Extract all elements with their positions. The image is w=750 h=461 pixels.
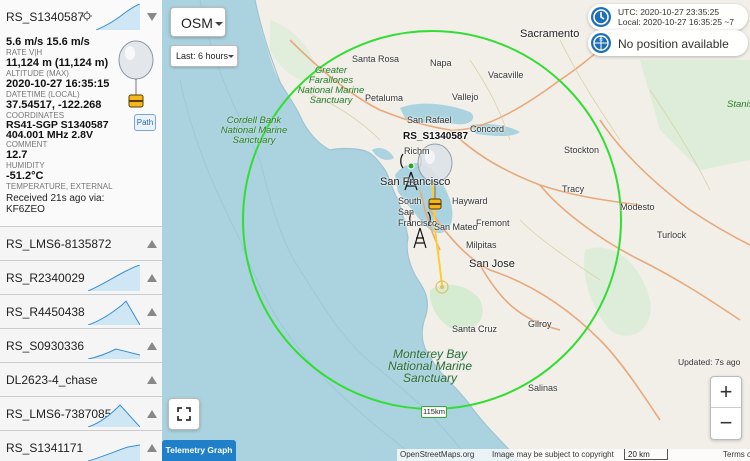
zoom-control: + − — [710, 376, 742, 440]
altitude-sparkline — [88, 300, 140, 325]
receiver-callsign[interactable]: KF6ZEO — [6, 204, 156, 215]
expand-arrow-icon[interactable] — [146, 340, 158, 352]
active-balloon-entry: RS_S1340587 5.6 m/s 15.6 m/s RATE V|H 11… — [0, 0, 162, 227]
path-button[interactable]: Path — [134, 114, 156, 131]
list-item[interactable]: DL2623-4_chase — [0, 363, 162, 397]
balloon-list: RS_LMS6-8135872 RS_R2340029 RS_R4450438 … — [0, 227, 162, 461]
zoom-in-button[interactable]: + — [711, 377, 741, 408]
expand-arrow-icon[interactable] — [146, 272, 158, 284]
list-item[interactable]: RS_R2340029 — [0, 261, 162, 295]
attribution-osm-link[interactable]: OpenStreetMaps.org — [400, 450, 474, 459]
position-panel[interactable]: N No position available — [588, 30, 748, 56]
active-entry-name: RS_S1340587 — [6, 10, 85, 24]
expand-arrow-icon[interactable] — [146, 238, 158, 250]
compass-icon: N — [591, 33, 611, 53]
expand-arrow-icon[interactable] — [146, 408, 158, 420]
clock-icon — [591, 7, 611, 27]
expand-arrow-icon[interactable] — [146, 374, 158, 386]
zoom-out-button[interactable]: − — [711, 408, 741, 439]
list-item[interactable]: RS_S0930336 — [0, 329, 162, 363]
list-item[interactable]: RS_R4450438 — [0, 295, 162, 329]
utc-time: UTC: 2020-10-27 23:35:25 — [618, 7, 720, 17]
sidebar: RS_S1340587 5.6 m/s 15.6 m/s RATE V|H 11… — [0, 0, 162, 461]
temperature-value: -51.2°C — [6, 170, 44, 182]
telemetry-graph-tab[interactable]: Telemetry Graph — [162, 440, 236, 461]
collapse-arrow-icon[interactable] — [146, 11, 158, 23]
balloon-callsign-label[interactable]: RS_S1340587 — [403, 131, 468, 142]
altitude-sparkline — [88, 444, 140, 461]
local-time: Local: 2020-10-27 16:35:25 ~7 — [618, 17, 735, 27]
time-range-label: Last: 6 hours — [176, 51, 229, 61]
target-icon[interactable] — [82, 11, 92, 21]
time-range-select[interactable]: Last: 6 hours — [170, 45, 238, 67]
fullscreen-icon — [177, 407, 191, 421]
list-item[interactable]: RS_LMS6-8135872 — [0, 227, 162, 261]
position-status: No position available — [618, 37, 729, 51]
layer-select-label: OSM — [181, 15, 213, 31]
expand-arrow-icon[interactable] — [146, 442, 158, 454]
layer-select-button[interactable]: OSM — [170, 7, 226, 37]
list-item-name: RS_R2340029 — [6, 271, 85, 285]
list-item-name: RS_R4450438 — [6, 305, 85, 319]
list-item[interactable]: RS_LMS6-7387085 — [0, 397, 162, 431]
received-info: Received 21s ago via: — [6, 193, 105, 204]
scale-bar: 20 km — [624, 449, 668, 460]
updated-status: Updated: 7s ago — [678, 357, 741, 367]
altitude-sparkline — [88, 265, 140, 291]
attribution-copyright: Image may be subject to copyright — [492, 450, 614, 459]
humidity-value: 12.7 — [6, 149, 28, 161]
comment-value: RS41-SGP S1340587 404.001 MHz 2.8V — [6, 119, 109, 141]
list-item-name: RS_S1341171 — [6, 441, 84, 455]
temperature-key: TEMPERATURE, EXTERNAL — [6, 182, 113, 191]
terms-of-use-link[interactable]: Terms of Use — [723, 450, 750, 459]
altitude-sparkline — [96, 4, 140, 30]
altitude-sparkline — [88, 404, 140, 427]
svg-text:N: N — [599, 37, 602, 42]
fullscreen-button[interactable] — [168, 398, 200, 430]
list-item-name: RS_S0930336 — [6, 339, 85, 353]
balloon-icon — [118, 40, 154, 108]
active-entry-header[interactable]: RS_S1340587 — [0, 0, 162, 34]
range-radius-label: 115km — [421, 406, 447, 418]
map-attribution: OpenStreetMaps.org Image may be subject … — [397, 449, 750, 461]
chevron-down-icon — [215, 22, 223, 26]
humidity-key: HUMIDITY — [6, 161, 45, 170]
list-item[interactable]: RS_S1341171 — [0, 431, 162, 461]
comment-key: COMMENT — [6, 140, 48, 149]
list-item-name: DL2623-4_chase — [6, 373, 98, 387]
scale-label: 20 km — [628, 450, 650, 459]
list-item-name: RS_LMS6-8135872 — [6, 237, 112, 251]
chevron-down-icon — [228, 55, 234, 58]
expand-arrow-icon[interactable] — [146, 306, 158, 318]
clock-panel: UTC: 2020-10-27 23:35:25 Local: 2020-10-… — [588, 4, 748, 30]
altitude-sparkline — [88, 348, 140, 359]
